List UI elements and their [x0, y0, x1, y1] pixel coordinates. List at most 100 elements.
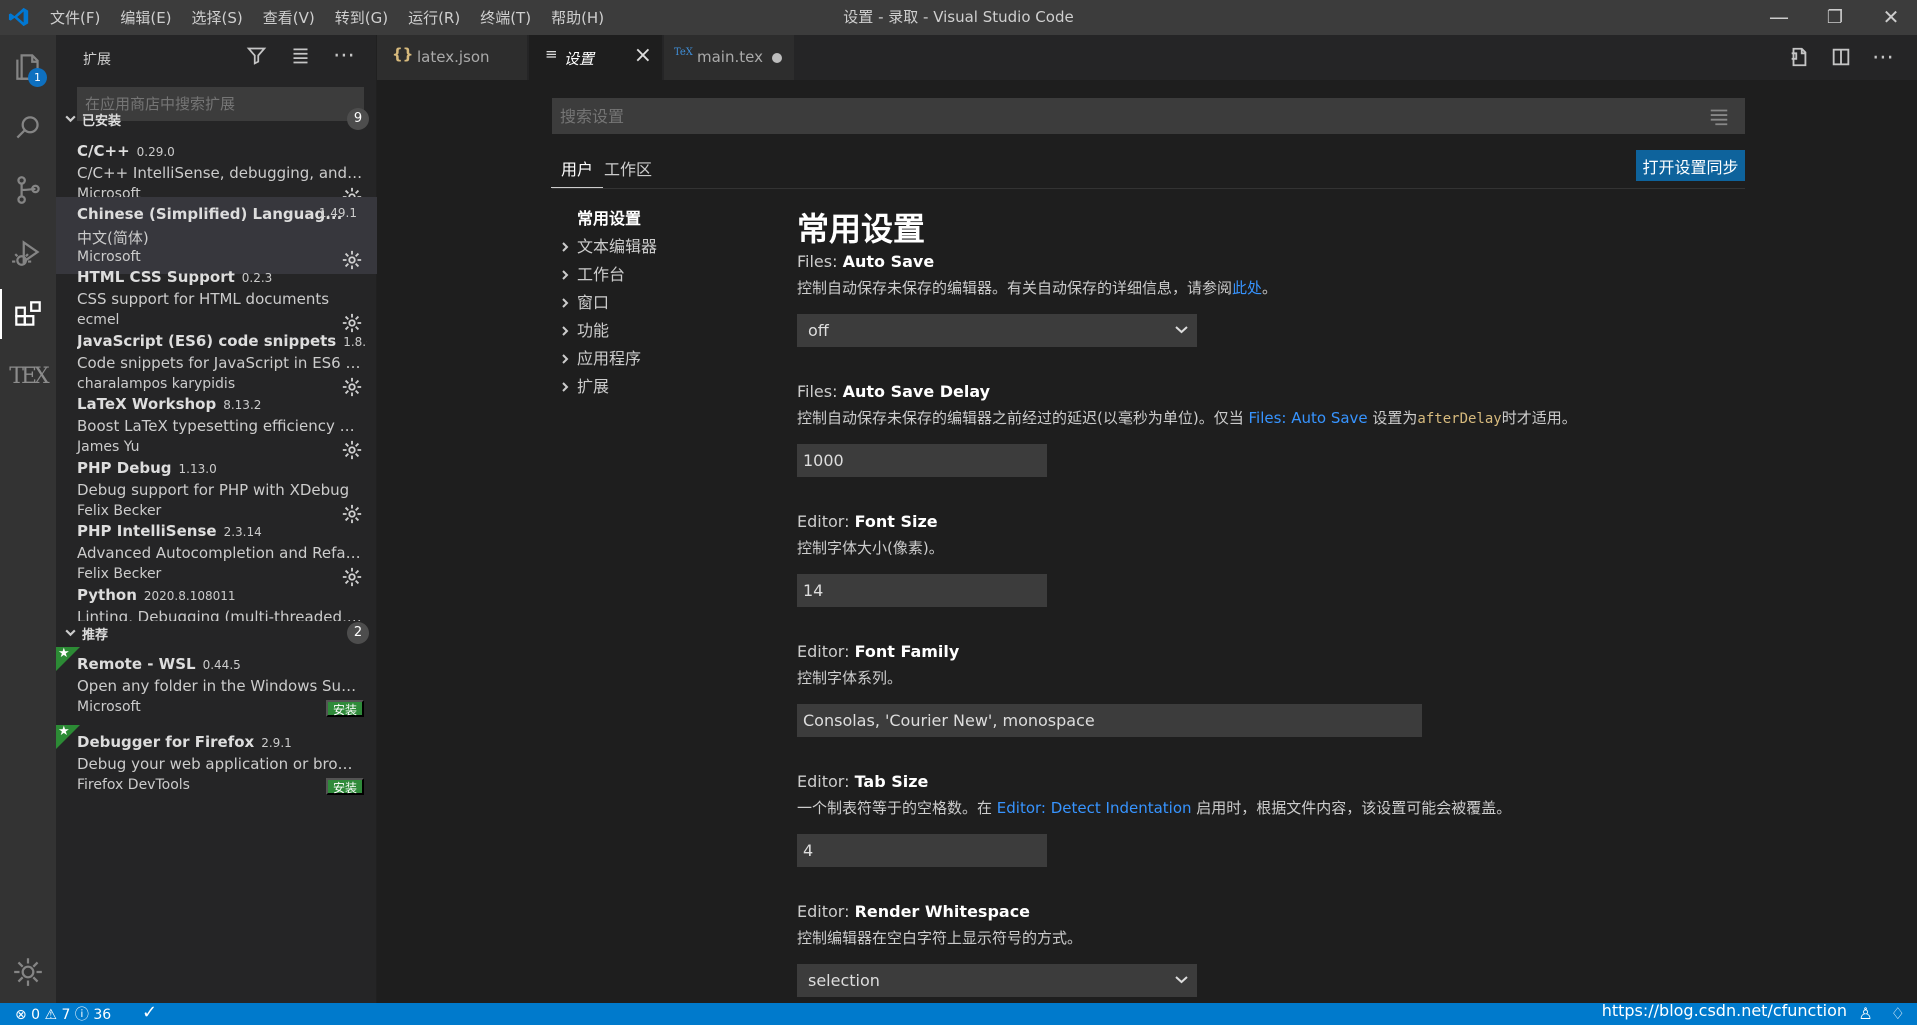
minimize-button[interactable]: —: [1751, 0, 1807, 35]
split-editor-icon[interactable]: [1829, 45, 1853, 69]
toc-item-extensions[interactable]: 扩展: [555, 373, 735, 401]
toc-item-application[interactable]: 应用程序: [555, 345, 735, 373]
clear-extensions-icon[interactable]: [288, 43, 312, 67]
notifications-icon[interactable]: ♢: [1891, 1004, 1905, 1023]
extension-item-debugger-firefox[interactable]: ★ Debugger for Firefox 2.9.1 Debug your w…: [56, 724, 377, 802]
setting-name: Font Family: [854, 642, 960, 661]
install-button[interactable]: 安装: [325, 778, 364, 795]
run-debug-activity-icon[interactable]: [0, 221, 56, 283]
search-activity-icon[interactable]: [0, 97, 56, 159]
toc-label: 应用程序: [577, 349, 642, 368]
setting-render-whitespace: Editor: Render Whitespace 控制编辑器在空白字符上显示符…: [797, 902, 1777, 997]
extension-version: 2.9.1: [261, 736, 292, 750]
status-right-icons: ♙ ♢: [1858, 1004, 1905, 1023]
auto-save-delay-input[interactable]: [797, 444, 1047, 477]
setting-title: Editor: Tab Size: [797, 772, 1777, 791]
unsaved-dot-icon: [772, 53, 782, 63]
filter-icon: [246, 47, 266, 65]
settings-editor: 用户 工作区 打开设置同步 常用设置 文本编辑器 工作台 窗口 功能 应用程序 …: [377, 80, 1917, 1003]
font-family-input[interactable]: [797, 704, 1422, 737]
settings-search-input[interactable]: [552, 98, 1745, 134]
extension-description: Open any folder in the Windows Subs...: [77, 677, 364, 695]
extension-description: Code snippets for JavaScript in ES6 sy..…: [77, 354, 364, 372]
tab-latex-json[interactable]: {} latex.json: [377, 35, 527, 80]
list-clear-icon: [293, 48, 307, 63]
toc-item-features[interactable]: 功能: [555, 317, 735, 345]
extension-version: 2020.8.108011: [143, 589, 236, 603]
extensions-activity-icon[interactable]: [0, 283, 56, 345]
setting-auto-save-delay: Files: Auto Save Delay 控制自动保存未保存的编辑器之前经过…: [797, 382, 1777, 477]
settings-file-icon: ≡: [545, 45, 558, 63]
setting-description: 控制字体大小(像素)。: [797, 539, 944, 557]
extension-item-remote-wsl[interactable]: ★ Remote - WSL 0.44.5 Open any folder in …: [56, 646, 377, 724]
extension-description: Debug your web application or brows...: [77, 755, 364, 773]
selected-value: off: [808, 321, 829, 340]
setting-description: 控制自动保存未保存的编辑器。有关自动保存的详细信息，请参阅此处。: [797, 277, 1777, 298]
restore-button[interactable]: ❐: [1807, 0, 1863, 35]
toc-label: 窗口: [577, 293, 610, 312]
files-auto-save-link[interactable]: Files: Auto Save: [1248, 409, 1367, 427]
close-window-button[interactable]: ✕: [1863, 0, 1917, 35]
toc-item-window[interactable]: 窗口: [555, 289, 735, 317]
settings-filter-icon[interactable]: [1708, 106, 1730, 126]
setting-category: Editor:: [797, 642, 850, 661]
auto-save-docs-link[interactable]: 此处: [1232, 279, 1262, 297]
setting-description: 一个制表符等于的空格数。在 Editor: Detect Indentation…: [797, 797, 1777, 818]
render-whitespace-select[interactable]: selection: [797, 964, 1197, 997]
auto-save-select[interactable]: off: [797, 314, 1197, 347]
extension-item-python[interactable]: Python 2020.8.108011 Linting, Debugging (…: [56, 578, 377, 621]
tab-size-input[interactable]: [797, 834, 1047, 867]
setting-description: 控制字体系列。: [797, 669, 903, 687]
extension-description: C/C++ IntelliSense, debugging, and c...: [77, 164, 364, 182]
installed-section-header[interactable]: 已安装 9: [56, 107, 377, 133]
extension-description: Debug support for PHP with XDebug: [77, 481, 350, 499]
tab-workspace-settings[interactable]: 工作区: [594, 156, 662, 188]
extension-name: Remote - WSL: [77, 655, 196, 673]
tab-main-tex[interactable]: TeX main.tex: [664, 35, 794, 80]
setting-description: 控制编辑器在空白字符上显示符号的方式。: [797, 929, 1083, 947]
more-editor-actions-icon[interactable]: ⋯: [1871, 45, 1895, 70]
toc-label: 扩展: [577, 377, 610, 396]
extension-description: 中文(简体): [77, 229, 149, 247]
filter-extensions-icon[interactable]: [244, 43, 268, 67]
chevron-right-icon: [562, 326, 569, 336]
toc-item-text-editor[interactable]: 文本编辑器: [555, 233, 735, 261]
description-text: 。: [1262, 279, 1278, 297]
tab-settings[interactable]: ≡ 设置 ×: [529, 35, 662, 80]
tab-label: 设置: [564, 50, 595, 68]
tex-activity-icon[interactable]: TEX: [0, 345, 56, 407]
setting-category: Files:: [797, 252, 838, 271]
problems-status[interactable]: ⊗ 0 ⚠ 7 ⓘ 36: [15, 1004, 111, 1024]
source-control-activity-icon[interactable]: [0, 159, 56, 221]
check-icon[interactable]: ✓: [142, 1002, 157, 1023]
more-actions-icon[interactable]: ⋯: [332, 43, 356, 68]
chevron-right-icon: [562, 242, 569, 252]
setting-name: Auto Save: [842, 252, 935, 271]
setting-category: Files:: [797, 382, 838, 401]
explorer-activity-icon[interactable]: 1: [0, 35, 56, 97]
font-size-input[interactable]: [797, 574, 1047, 607]
open-settings-sync-button[interactable]: 打开设置同步: [1636, 150, 1745, 181]
recommended-section-header[interactable]: 推荐 2: [56, 621, 377, 647]
toc-label: 工作台: [577, 265, 626, 284]
toc-item-common[interactable]: 常用设置: [555, 205, 735, 233]
lines-icon: [1710, 109, 1728, 126]
manage-activity-icon[interactable]: [0, 941, 56, 1003]
extension-name: Python: [77, 586, 137, 604]
activity-bar: 1 TEX: [0, 35, 56, 1003]
account-icon[interactable]: ♙: [1858, 1004, 1872, 1023]
split-icon: [1832, 48, 1850, 66]
description-text: 一个制表符等于的空格数。在: [797, 799, 997, 817]
extension-description: Boost LaTeX typesetting efficiency wit..…: [77, 417, 364, 435]
toc-item-workbench[interactable]: 工作台: [555, 261, 735, 289]
description-text: 启用时，根据文件内容，该设置可能会被覆盖。: [1191, 799, 1512, 817]
install-button[interactable]: 安装: [325, 700, 364, 717]
close-icon[interactable]: ×: [634, 45, 652, 67]
detect-indentation-link[interactable]: Editor: Detect Indentation: [997, 799, 1192, 817]
extension-description: CSS support for HTML documents: [77, 290, 330, 308]
tex-file-icon: TeX: [674, 47, 693, 58]
open-json-settings-icon[interactable]: [1787, 45, 1811, 69]
extension-version: 1.49.1: [318, 206, 357, 220]
recommended-label: 推荐: [82, 628, 109, 643]
editor-tabs: {} latex.json ≡ 设置 × TeX main.tex ⋯: [377, 35, 1917, 80]
